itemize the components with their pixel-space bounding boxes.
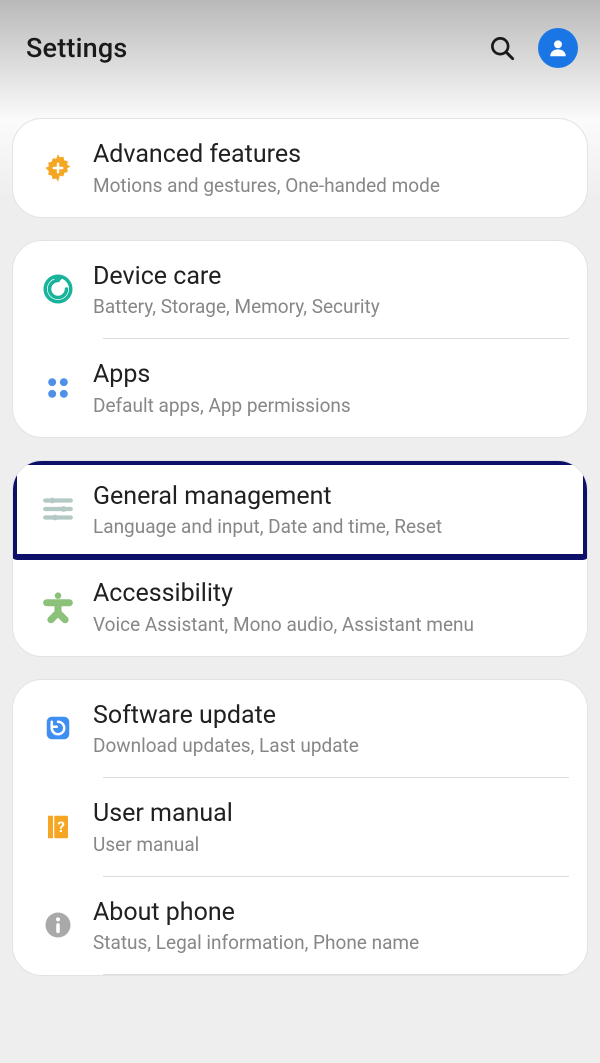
sliders-icon bbox=[41, 492, 75, 526]
row-title: Advanced features bbox=[93, 139, 569, 172]
row-subtitle: Battery, Storage, Memory, Security bbox=[93, 295, 569, 318]
row-title: User manual bbox=[93, 798, 569, 831]
settings-group: Advanced features Motions and gestures, … bbox=[12, 118, 588, 218]
accessibility-icon bbox=[41, 590, 75, 624]
row-accessibility[interactable]: Accessibility Voice Assistant, Mono audi… bbox=[13, 558, 587, 656]
row-title: Software update bbox=[93, 700, 569, 733]
row-title: Device care bbox=[93, 261, 569, 294]
row-subtitle: Status, Legal information, Phone name bbox=[93, 931, 569, 954]
row-about-phone[interactable]: About phone Status, Legal information, P… bbox=[13, 877, 587, 975]
row-subtitle: Default apps, App permissions bbox=[93, 394, 569, 417]
row-software-update[interactable]: Software update Download updates, Last u… bbox=[13, 680, 587, 778]
row-general-management[interactable]: General management Language and input, D… bbox=[13, 461, 587, 559]
row-title: Accessibility bbox=[93, 578, 569, 611]
settings-group: Software update Download updates, Last u… bbox=[12, 679, 588, 977]
divider bbox=[103, 974, 569, 975]
row-apps[interactable]: Apps Default apps, App permissions bbox=[13, 339, 587, 437]
software-update-icon bbox=[43, 713, 73, 743]
row-subtitle: Download updates, Last update bbox=[93, 734, 569, 757]
settings-group: General management Language and input, D… bbox=[12, 460, 588, 657]
info-icon bbox=[43, 910, 73, 940]
device-care-icon bbox=[41, 272, 75, 306]
page-title: Settings bbox=[26, 32, 128, 64]
row-title: General management bbox=[93, 481, 569, 514]
apps-icon bbox=[44, 374, 72, 402]
user-manual-icon: ? bbox=[43, 812, 73, 842]
profile-button[interactable] bbox=[538, 28, 578, 68]
row-subtitle: Voice Assistant, Mono audio, Assistant m… bbox=[93, 613, 569, 636]
row-subtitle: Motions and gestures, One-handed mode bbox=[93, 174, 569, 197]
search-button[interactable] bbox=[482, 28, 522, 68]
settings-list: Advanced features Motions and gestures, … bbox=[0, 118, 600, 976]
row-user-manual[interactable]: ? User manual User manual bbox=[13, 778, 587, 876]
row-subtitle: User manual bbox=[93, 833, 569, 856]
gear-plus-icon bbox=[41, 151, 75, 185]
search-icon bbox=[489, 35, 516, 62]
row-advanced-features[interactable]: Advanced features Motions and gestures, … bbox=[13, 119, 587, 217]
app-header: Settings bbox=[0, 0, 600, 118]
person-icon bbox=[547, 37, 569, 59]
svg-text:?: ? bbox=[57, 818, 64, 836]
row-device-care[interactable]: Device care Battery, Storage, Memory, Se… bbox=[13, 241, 587, 339]
settings-group: Device care Battery, Storage, Memory, Se… bbox=[12, 240, 588, 438]
row-title: About phone bbox=[93, 897, 569, 930]
row-title: Apps bbox=[93, 359, 569, 392]
row-subtitle: Language and input, Date and time, Reset bbox=[93, 515, 569, 538]
